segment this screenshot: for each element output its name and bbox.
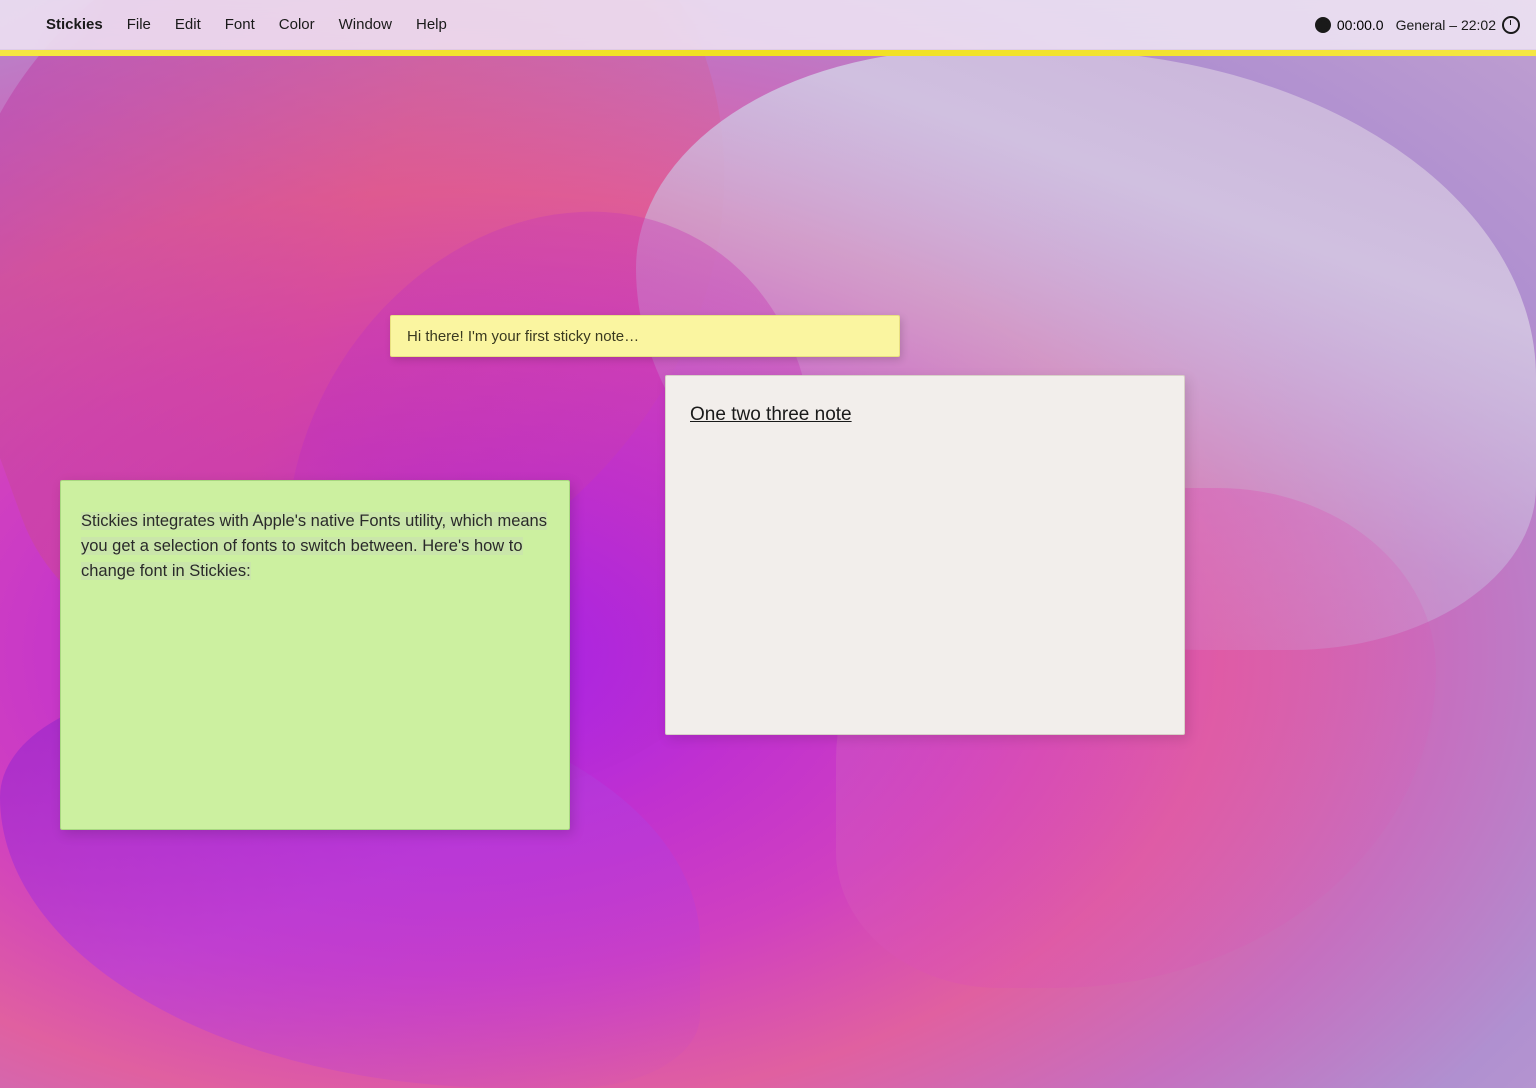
sticky-note-white-title: One two three note — [690, 404, 1160, 426]
help-menu[interactable]: Help — [406, 12, 457, 37]
sticky-note-yellow[interactable]: Hi there! I'm your first sticky note… — [390, 315, 900, 357]
file-menu[interactable]: File — [117, 12, 161, 37]
selected-text: Stickies integrates with Apple's native … — [81, 512, 547, 580]
record-indicator: 00:00.0 — [1315, 17, 1384, 33]
font-menu[interactable]: Font — [215, 12, 265, 37]
record-time: 00:00.0 — [1337, 17, 1384, 33]
yellow-accent-bar — [0, 50, 1536, 56]
clock-icon — [1502, 16, 1520, 34]
color-menu[interactable]: Color — [269, 12, 325, 37]
menubar: Stickies File Edit Font Color Window Hel… — [0, 0, 1536, 50]
general-clock-item[interactable]: General – 22:02 — [1396, 16, 1520, 34]
menubar-left: Stickies File Edit Font Color Window Hel… — [16, 12, 1315, 37]
sticky-note-yellow-text: Hi there! I'm your first sticky note… — [407, 328, 639, 345]
sticky-note-white[interactable]: One two three note — [665, 375, 1185, 735]
menubar-right: 00:00.0 General – 22:02 — [1315, 16, 1520, 34]
sticky-note-green[interactable]: Stickies integrates with Apple's native … — [60, 480, 570, 830]
sticky-note-green-text: Stickies integrates with Apple's native … — [81, 509, 549, 583]
apple-menu[interactable] — [16, 21, 32, 29]
app-name-menu[interactable]: Stickies — [36, 12, 113, 37]
window-menu[interactable]: Window — [329, 12, 402, 37]
record-inner-icon — [1319, 21, 1327, 29]
edit-menu[interactable]: Edit — [165, 12, 211, 37]
record-dot-icon — [1315, 17, 1331, 33]
general-clock-label: General – 22:02 — [1396, 17, 1496, 33]
